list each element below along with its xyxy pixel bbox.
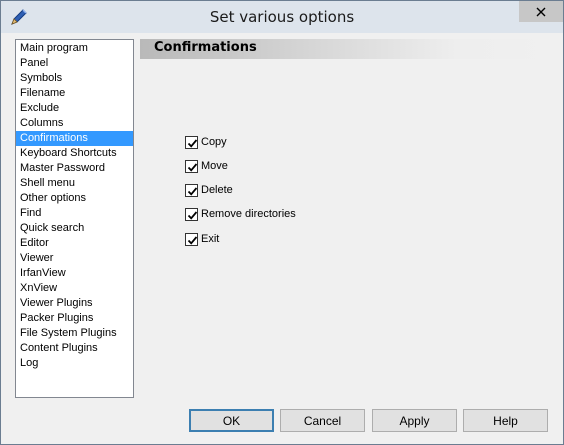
nav-item-panel[interactable]: Panel — [16, 56, 133, 71]
nav-item-confirmations[interactable]: Confirmations — [16, 131, 133, 146]
nav-item-find[interactable]: Find — [16, 206, 133, 221]
option-move[interactable]: Move — [185, 158, 228, 174]
section-header: Confirmations — [140, 39, 563, 59]
apply-button[interactable]: Apply — [372, 409, 457, 432]
option-label: Delete — [201, 184, 233, 196]
checkbox-remove-directories[interactable] — [185, 207, 198, 221]
nav-item-master-password[interactable]: Master Password — [16, 161, 133, 176]
option-exit[interactable]: Exit — [185, 231, 219, 247]
nav-item-log[interactable]: Log — [16, 356, 133, 371]
nav-item-viewer-plugins[interactable]: Viewer Plugins — [16, 296, 133, 311]
nav-item-shell-menu[interactable]: Shell menu — [16, 176, 133, 191]
window-title: Set various options — [209, 8, 355, 26]
nav-item-viewer[interactable]: Viewer — [16, 251, 133, 266]
option-delete[interactable]: Delete — [185, 182, 233, 198]
option-label: Copy — [201, 136, 227, 148]
option-label: Exit — [201, 233, 220, 245]
checkbox-delete[interactable] — [185, 183, 198, 197]
nav-item-keyboard-shortcuts[interactable]: Keyboard Shortcuts — [16, 146, 133, 161]
options-dialog: Set various options Main program Panel Sym… — [0, 0, 564, 445]
checkbox-exit[interactable] — [185, 232, 198, 246]
title-bar[interactable]: Set various options — [1, 1, 563, 33]
nav-item-quick-search[interactable]: Quick search — [16, 221, 133, 236]
nav-item-xnview[interactable]: XnView — [16, 281, 133, 296]
ok-button[interactable]: OK — [189, 409, 274, 432]
nav-item-content-plugins[interactable]: Content Plugins — [16, 341, 133, 356]
options-category-list[interactable]: Main program Panel Symbols Filename Exclude C… — [15, 39, 134, 398]
section-title: Confirmations — [154, 40, 257, 55]
checkbox-copy[interactable] — [185, 135, 198, 149]
dialog-body: Main program Panel Symbols Filename Exclude C… — [1, 33, 563, 444]
nav-item-editor[interactable]: Editor — [16, 236, 133, 251]
option-copy[interactable]: Copy — [185, 134, 227, 150]
nav-item-main-program[interactable]: Main program — [16, 41, 133, 56]
nav-item-packer-plugins[interactable]: Packer Plugins — [16, 311, 133, 326]
nav-item-irfanview[interactable]: IrfanView — [16, 266, 133, 281]
option-label: Move — [201, 160, 228, 172]
close-button[interactable] — [519, 1, 563, 22]
help-button[interactable]: Help — [463, 409, 548, 432]
nav-item-columns[interactable]: Columns — [16, 116, 133, 131]
option-remove-directories[interactable]: Remove directories — [185, 206, 296, 222]
close-icon — [536, 7, 546, 17]
nav-item-filename[interactable]: Filename — [16, 86, 133, 101]
nav-item-symbols[interactable]: Symbols — [16, 71, 133, 86]
option-label: Remove directories — [201, 208, 296, 220]
nav-item-other-options[interactable]: Other options — [16, 191, 133, 206]
checkbox-move[interactable] — [185, 159, 198, 173]
nav-item-exclude[interactable]: Exclude — [16, 101, 133, 116]
cancel-button[interactable]: Cancel — [280, 409, 365, 432]
nav-item-file-system-plugins[interactable]: File System Plugins — [16, 326, 133, 341]
